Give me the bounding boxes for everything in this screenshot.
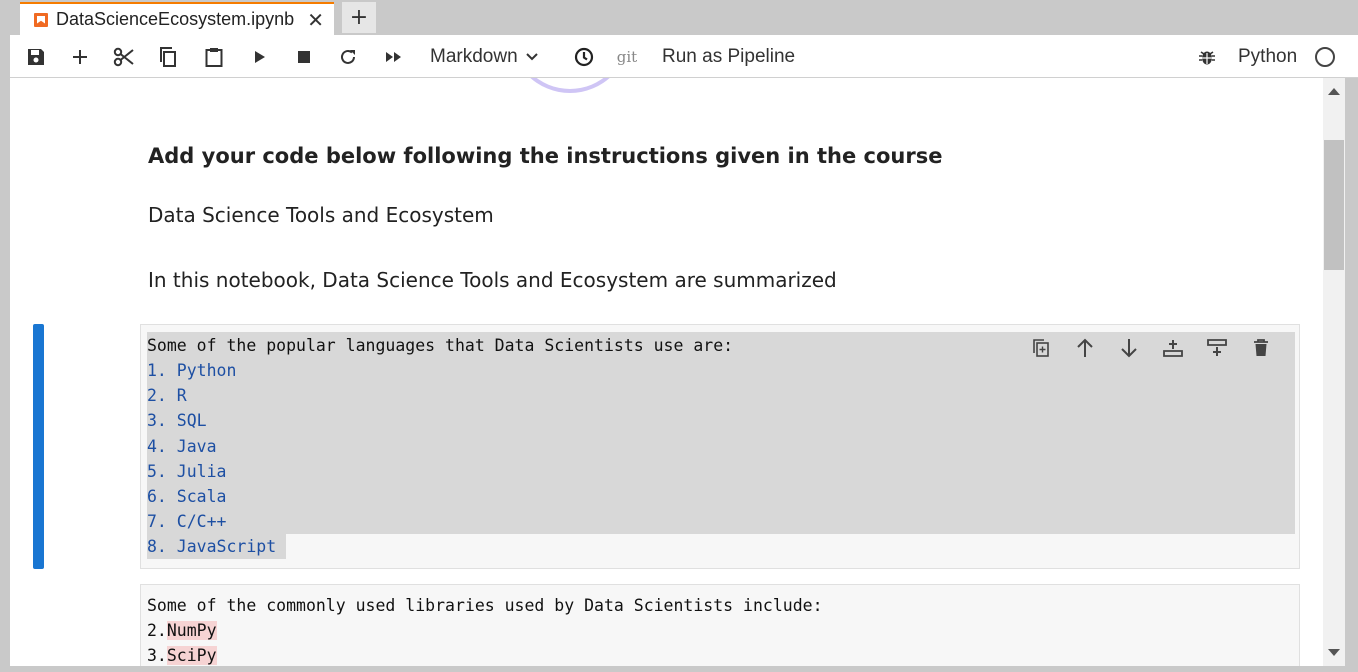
- add-cell-icon[interactable]: [66, 35, 94, 78]
- run-as-pipeline-label: Run as Pipeline: [662, 45, 796, 67]
- list-item: 6. Scala: [147, 487, 227, 506]
- copy-icon[interactable]: [154, 35, 182, 78]
- tab-bar: DataScienceEcosystem.ipynb ✕ +: [10, 0, 1358, 35]
- list-item: 2. R: [147, 386, 187, 405]
- cell-intro: Some of the popular languages that Data …: [147, 336, 734, 355]
- notebook-icon: [34, 12, 48, 27]
- cell-intro: Some of the commonly used libraries used…: [147, 596, 823, 615]
- cell-type-dropdown[interactable]: Markdown: [430, 35, 550, 78]
- insert-above-icon[interactable]: [1151, 335, 1195, 361]
- scroll-up-icon[interactable]: [1328, 88, 1340, 95]
- markdown-cell-libraries[interactable]: Some of the commonly used libraries used…: [140, 584, 1300, 666]
- clock-icon[interactable]: [570, 35, 598, 78]
- list-item: 3.SciPy: [147, 643, 217, 666]
- kernel-label: Python: [1238, 45, 1298, 67]
- cell-type-label: Markdown: [430, 45, 518, 67]
- cut-icon[interactable]: [110, 35, 138, 78]
- move-up-icon[interactable]: [1063, 335, 1107, 361]
- new-tab-button[interactable]: +: [342, 2, 376, 33]
- duplicate-cell-icon[interactable]: [1019, 335, 1063, 361]
- scroll-thumb[interactable]: [1324, 140, 1344, 270]
- fast-forward-icon[interactable]: [380, 35, 408, 78]
- list-item: 8. JavaScript: [147, 537, 277, 556]
- vertical-scrollbar[interactable]: [1323, 78, 1345, 666]
- notebook-panel: Add your code below following the instru…: [10, 78, 1323, 666]
- list-item: 3. SQL: [147, 411, 207, 430]
- bottom-gutter: [0, 666, 1358, 672]
- git-label: git: [616, 47, 638, 66]
- library-name: SciPy: [166, 646, 217, 665]
- right-gutter: [1345, 78, 1358, 672]
- list-item: 1. Python: [147, 361, 237, 380]
- list-item: 4. Java: [147, 437, 217, 456]
- list-item: 2.NumPy: [147, 618, 217, 643]
- markdown-paragraph-title: Data Science Tools and Ecosystem: [148, 203, 494, 227]
- list-item: 7. C/C++: [147, 512, 227, 531]
- jupyter-window: DataScienceEcosystem.ipynb ✕ + Markdown …: [0, 0, 1358, 672]
- run-icon[interactable]: [246, 35, 274, 78]
- list-item: 5. Julia: [147, 462, 227, 481]
- chevron-down-icon: [525, 52, 538, 60]
- run-as-pipeline-button[interactable]: Run as Pipeline: [662, 35, 802, 78]
- insert-below-icon[interactable]: [1195, 335, 1239, 361]
- move-down-icon[interactable]: [1107, 335, 1151, 361]
- active-cell-indicator: [33, 324, 44, 569]
- list-prefix: 3.: [147, 646, 167, 665]
- notebook-tab[interactable]: DataScienceEcosystem.ipynb ✕: [20, 2, 334, 35]
- logo-arc: [510, 78, 630, 93]
- scroll-down-icon[interactable]: [1328, 649, 1340, 656]
- markdown-cell-languages[interactable]: Some of the popular languages that Data …: [140, 324, 1300, 569]
- markdown-paragraph-summary: In this notebook, Data Science Tools and…: [148, 268, 837, 292]
- list-prefix: 2.: [147, 621, 167, 640]
- text-selection: [147, 332, 1295, 534]
- left-gutter: [0, 35, 10, 672]
- save-icon[interactable]: [22, 35, 50, 78]
- library-name: NumPy: [166, 621, 217, 640]
- paste-icon[interactable]: [200, 35, 228, 78]
- kernel-status-icon: [1312, 35, 1338, 78]
- close-icon[interactable]: ✕: [307, 8, 324, 32]
- tab-title: DataScienceEcosystem.ipynb: [56, 9, 295, 29]
- git-button[interactable]: git: [614, 35, 640, 78]
- notebook-toolbar: Markdown git Run as Pipeline Python: [10, 35, 1358, 78]
- markdown-heading: Add your code below following the instru…: [148, 144, 943, 168]
- stop-icon[interactable]: [290, 35, 318, 78]
- restart-icon[interactable]: [334, 35, 362, 78]
- debugger-icon[interactable]: [1196, 35, 1218, 78]
- delete-cell-icon[interactable]: [1239, 335, 1283, 361]
- kernel-name[interactable]: Python: [1238, 35, 1308, 78]
- cell-toolbar: [1019, 335, 1283, 361]
